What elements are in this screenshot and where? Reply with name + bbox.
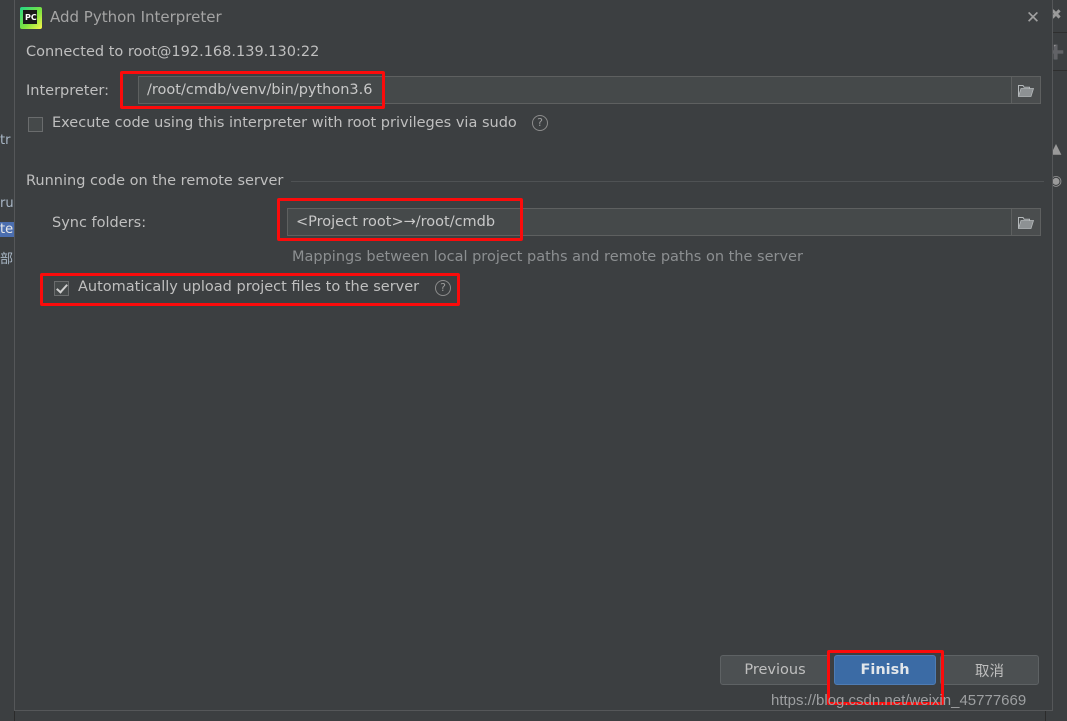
- folder-icon: [1018, 84, 1034, 97]
- sync-folders-hint: Mappings between local project paths and…: [292, 249, 803, 265]
- help-circle-icon[interactable]: ?: [532, 115, 548, 131]
- dialog-title-bar: PC Add Python Interpreter ✕: [15, 0, 1052, 36]
- close-icon[interactable]: ✕: [1020, 6, 1046, 30]
- checkbox-tick: [29, 118, 42, 131]
- ide-left-toolstrip: tr ru te 部: [0, 0, 15, 721]
- interpreter-input[interactable]: /root/cmdb/venv/bin/python3.6: [138, 76, 1041, 104]
- interpreter-browse-button[interactable]: [1011, 76, 1041, 104]
- sync-folders-browse-button[interactable]: [1011, 208, 1041, 236]
- dialog-title: Add Python Interpreter: [50, 8, 222, 26]
- connection-status: Connected to root@192.168.139.130:22: [26, 44, 320, 60]
- ide-left-fragment-1: tr: [0, 133, 11, 148]
- help-circle-icon[interactable]: ?: [435, 280, 451, 296]
- sudo-checkbox[interactable]: [28, 117, 43, 132]
- watermark-url: https://blog.csdn.net/weixin_45777669: [771, 692, 1027, 709]
- group-title: Running code on the remote server: [26, 173, 292, 189]
- ide-left-fragment-2: ru: [0, 196, 14, 211]
- ide-left-fragment-4: 部: [0, 252, 14, 267]
- auto-upload-checkbox[interactable]: [54, 281, 69, 296]
- add-python-interpreter-dialog: PC Add Python Interpreter ✕ Connected to…: [14, 0, 1053, 711]
- sync-folders-input[interactable]: <Project root>→/root/cmdb: [287, 208, 1041, 236]
- checkbox-tick: [55, 282, 68, 295]
- cancel-button[interactable]: 取消: [940, 655, 1039, 685]
- auto-upload-checkbox-label: Automatically upload project files to th…: [78, 279, 420, 295]
- sync-folders-label: Sync folders:: [52, 215, 147, 231]
- folder-icon: [1018, 216, 1034, 229]
- svg-text:PC: PC: [25, 13, 37, 22]
- ide-left-fragment-3: te: [0, 222, 14, 237]
- sudo-checkbox-label: Execute code using this interpreter with…: [52, 115, 517, 131]
- previous-button[interactable]: Previous: [720, 655, 830, 685]
- finish-button[interactable]: Finish: [834, 655, 936, 685]
- pycharm-logo-icon: PC: [20, 7, 42, 29]
- interpreter-label: Interpreter:: [26, 83, 109, 99]
